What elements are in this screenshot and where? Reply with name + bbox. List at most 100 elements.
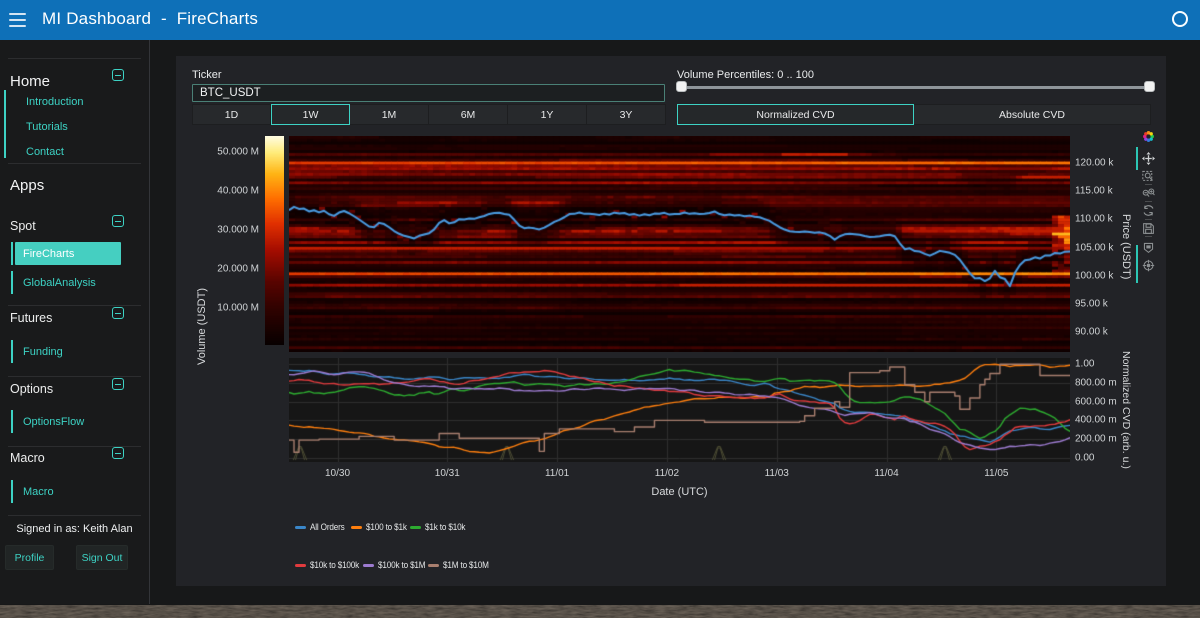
ticker-label: Ticker — [192, 69, 222, 81]
legend-item-1k-to-10k[interactable]: $1k to $10k — [410, 521, 472, 533]
timeframe-button-group: 1D1W1M6M1Y3Y — [192, 104, 666, 125]
colorbar-tick: 30.000 M — [204, 224, 259, 235]
colorbar-tick: 50.000 M — [204, 146, 259, 157]
colorbar-tick: 10.000 M — [204, 302, 259, 313]
date-tick: 10/31 — [435, 468, 460, 479]
cvd-line-plot[interactable] — [289, 358, 1070, 462]
date-tick: 11/03 — [765, 468, 789, 479]
sidebar-section-spot: Spot — [10, 219, 36, 233]
legend-label: $1k to $10k — [425, 522, 465, 533]
date-tick: 11/05 — [984, 468, 1008, 479]
timeframe-button-6m[interactable]: 6M — [429, 104, 508, 125]
collapse-icon-home[interactable] — [112, 69, 124, 81]
cvd-mode-button-absolute-cvd[interactable]: Absolute CVD — [914, 104, 1151, 125]
date-tick: 10/30 — [325, 468, 350, 479]
ticker-input[interactable] — [192, 84, 665, 102]
sidebar-item-tutorials[interactable]: Tutorials — [26, 121, 68, 133]
legend-swatch — [295, 526, 306, 529]
legend-label: $100k to $1M — [378, 560, 425, 571]
sidebar-section-apps: Apps — [10, 177, 44, 194]
sidebar-item-funding[interactable]: Funding — [23, 346, 63, 358]
slider-handle-left[interactable] — [676, 81, 687, 92]
sidebar-section-macro: Macro — [10, 451, 45, 465]
price-tick: 105.00 k — [1075, 242, 1113, 253]
zoom-in-out-icon[interactable] — [1142, 187, 1155, 200]
legend-label: $1M to $10M — [443, 560, 489, 571]
app-header: MI Dashboard - FireCharts — [0, 0, 1200, 40]
legend-swatch — [410, 526, 421, 529]
save-icon[interactable] — [1142, 222, 1155, 235]
legend-item-100k-to-1m[interactable]: $100k to $1M — [363, 559, 433, 571]
legend-swatch — [363, 564, 374, 567]
liquidity-heatmap-plot[interactable] — [289, 136, 1070, 352]
hamburger-bar — [9, 19, 26, 21]
cvd-mode-button-group: Normalized CVDAbsolute CVD — [677, 104, 1151, 125]
collapse-icon-options[interactable] — [112, 378, 124, 390]
signed-in-text: Signed in as: Keith Alan — [0, 523, 149, 535]
cvd-mode-button-normalized-cvd[interactable]: Normalized CVD — [677, 104, 914, 125]
date-tick: 11/04 — [874, 468, 898, 479]
timeframe-button-1w[interactable]: 1W — [271, 104, 350, 125]
slider-rail[interactable] — [677, 86, 1151, 89]
cvd-tick: 1.00 — [1075, 359, 1094, 370]
price-tick: 95.00 k — [1075, 299, 1108, 310]
legend-item-all-orders[interactable]: All Orders — [295, 521, 350, 533]
sidebar-section-home: Home — [10, 73, 50, 90]
pan-icon[interactable] — [1142, 152, 1155, 165]
legend-item-10k-to-100k[interactable]: $10k to $100k — [295, 559, 367, 571]
legend-swatch — [295, 564, 306, 567]
menu-icon[interactable] — [8, 11, 28, 29]
colorbar-tick: 20.000 M — [204, 263, 259, 274]
hamburger-bar — [9, 13, 26, 15]
date-tick: 11/01 — [545, 468, 569, 479]
timeframe-button-1y[interactable]: 1Y — [508, 104, 587, 125]
cvd-tick: 200.00 m — [1075, 434, 1117, 445]
collapse-icon-macro[interactable] — [112, 447, 124, 459]
sidebar-item-contact[interactable]: Contact — [26, 146, 64, 158]
sidebar-item-optionsflow[interactable]: OptionsFlow — [23, 416, 84, 428]
hover-closest-icon[interactable] — [1142, 259, 1155, 272]
price-tick: 90.00 k — [1075, 327, 1108, 338]
heatmap-colorbar — [265, 136, 284, 345]
cvd-axis-title: Normalized CVD (arb. u.) — [1120, 351, 1132, 469]
profile-button[interactable]: Profile — [5, 545, 54, 570]
legend-label: All Orders — [310, 522, 345, 533]
slider-handle-right[interactable] — [1144, 81, 1155, 92]
cvd-tick: 600.00 m — [1075, 396, 1117, 407]
sidebar-item-firecharts[interactable]: FireCharts — [15, 242, 121, 265]
colorbar-tick: 40.000 M — [204, 185, 259, 196]
page-title: MI Dashboard - FireCharts — [42, 9, 258, 29]
plotly-logo-icon — [1142, 130, 1155, 143]
legend-item-1m-to-10m[interactable]: $1M to $10M — [428, 559, 496, 571]
spikelines-icon[interactable] — [1142, 241, 1155, 254]
sidebar-item-introduction[interactable]: Introduction — [26, 96, 83, 108]
price-tick: 115.00 k — [1075, 186, 1113, 197]
legend-swatch — [428, 564, 439, 567]
cvd-tick: 0.00 — [1075, 452, 1094, 463]
volume-percentile-slider[interactable] — [677, 81, 1151, 93]
zoom-box-icon[interactable] — [1142, 169, 1155, 182]
timeframe-button-1m[interactable]: 1M — [350, 104, 429, 125]
sidebar-section-futures: Futures — [10, 311, 52, 325]
legend-label: $10k to $100k — [310, 560, 359, 571]
sidebar-item-globalanalysis[interactable]: GlobalAnalysis — [23, 277, 96, 289]
sidebar: Home Introduction Tutorials Contact Apps Spot… — [0, 40, 149, 604]
sidebar-section-options: Options — [10, 382, 53, 396]
status-circle-icon[interactable] — [1172, 11, 1188, 27]
hamburger-bar — [9, 25, 26, 27]
cvd-tick: 800.00 m — [1075, 377, 1117, 388]
sidebar-item-macro[interactable]: Macro — [23, 486, 54, 498]
collapse-icon-spot[interactable] — [112, 215, 124, 227]
background-photo-strip — [0, 604, 1200, 618]
sidebar-divider — [149, 40, 150, 604]
legend-item-100-to-1k[interactable]: $100 to $1k — [351, 521, 413, 533]
legend-swatch — [351, 526, 362, 529]
autoscale-icon[interactable] — [1142, 204, 1155, 217]
timeframe-button-3y[interactable]: 3Y — [587, 104, 666, 125]
colorbar-title: Volume (USDT) — [196, 288, 208, 365]
collapse-icon-futures[interactable] — [112, 307, 124, 319]
timeframe-button-1d[interactable]: 1D — [192, 104, 271, 125]
sign-out-button[interactable]: Sign Out — [76, 545, 128, 570]
price-axis-title: Price (USDT) — [1120, 214, 1132, 279]
date-axis-title: Date (UTC) — [289, 486, 1070, 498]
